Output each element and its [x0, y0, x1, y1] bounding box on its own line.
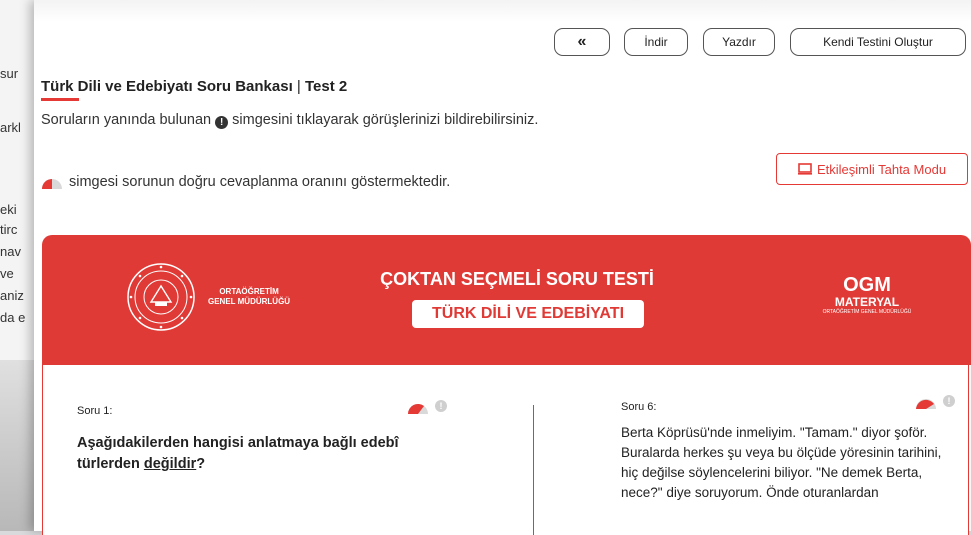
download-button[interactable]: İndir: [624, 28, 688, 56]
info-text-post: simgesini tıklayarak görüşlerinizi bildi…: [232, 112, 539, 128]
success-rate-info: simgesi sorunun doğru cevaplanma oranını…: [41, 174, 450, 190]
title-text: Türk Dili ve Edebiyatı Soru Bankası: [41, 78, 293, 95]
bg-text-fragment: aniz: [0, 288, 24, 303]
ogm-logo-line-2: MATERYAL: [834, 295, 900, 309]
question-1-label: Soru 1:: [77, 405, 113, 417]
question-1-icons: !: [407, 400, 447, 414]
ministry-seal-icon: [127, 263, 195, 331]
bg-text-fragment: nav: [0, 244, 21, 259]
ogm-logo-line-3: ORTAÖĞRETİM GENEL MÜDÜRLÜĞÜ: [822, 309, 912, 315]
ogm-logo-line-1: OGM: [843, 274, 891, 296]
bg-text-fragment: eki: [0, 202, 17, 217]
feedback-info: Soruların yanında bulunan ! simgesini tı…: [41, 110, 561, 130]
bg-text-fragment: ve: [0, 266, 14, 281]
question-1-text: Aşağıdakilerden hangisi anlatmaya bağlı …: [77, 433, 417, 475]
title-separator: |: [296, 78, 301, 95]
org-line-2: GENEL MÜDÜRLÜĞÜ: [208, 297, 291, 306]
test-banner: ORTAÖĞRETİM GENEL MÜDÜRLÜĞÜ ÇOKTAN SEÇME…: [42, 235, 971, 365]
board-button-label: Etkileşimli Tahta Modu: [816, 161, 947, 177]
info-text-rate: simgesi sorunun doğru cevaplanma oranını…: [69, 174, 451, 190]
title-underline: [41, 98, 79, 101]
interactive-board-button[interactable]: Etkileşimli Tahta Modu: [776, 153, 968, 185]
back-button[interactable]: «: [554, 28, 610, 56]
ogm-material-logo: OGM MATERYAL ORTAÖĞRETİM GENEL MÜDÜRLÜĞÜ: [812, 275, 922, 316]
banner-title: ÇOKTAN SEÇMELİ SORU TESTİ: [380, 269, 654, 289]
bg-text-fragment: da e: [0, 310, 26, 325]
top-strip: [34, 0, 971, 22]
question-6-icons: !: [915, 395, 955, 409]
monitor-icon: [797, 163, 812, 175]
org-line-1: ORTAÖĞRETİM: [219, 287, 279, 296]
info-text-pre: Soruların yanında bulunan: [41, 112, 212, 128]
question-1-keyword: değildir: [143, 456, 197, 472]
feedback-icon[interactable]: !: [943, 395, 955, 407]
question-6-text: Berta Köprüsü'nde inmeliyim. "Tamam." di…: [621, 425, 942, 500]
exclamation-icon: !: [215, 116, 229, 129]
test-number: Test 2: [305, 78, 348, 95]
feedback-icon[interactable]: !: [435, 400, 447, 412]
test-page: « İndir Yazdır Kendi Testini Oluştur Tür…: [34, 0, 971, 535]
bg-text-fragment: sur: [0, 66, 19, 81]
question-6-label: Soru 6:: [621, 401, 657, 413]
question-1-text-post: ?: [196, 456, 206, 472]
organization-name: ORTAÖĞRETİM GENEL MÜDÜRLÜĞÜ: [208, 287, 290, 307]
column-divider: [533, 405, 534, 535]
page-title: Türk Dili ve Edebiyatı Soru Bankası | Te…: [41, 78, 347, 95]
bg-text-fragment: tirc: [0, 222, 18, 237]
subject-badge: TÜRK DİLİ VE EDEBİYATI: [412, 300, 644, 328]
create-test-button[interactable]: Kendi Testini Oluştur: [790, 28, 966, 56]
questions-area: Soru 1: ! Aşağıdakilerden hangisi anlatm…: [42, 365, 969, 535]
success-rate-pie-icon: [41, 177, 63, 189]
question-1-text-pre: Aşağıdakilerden hangisi anlatmaya bağlı …: [77, 435, 399, 472]
bg-text-fragment: arkl: [0, 120, 21, 135]
success-rate-pie-icon: [915, 396, 937, 409]
print-button[interactable]: Yazdır: [703, 28, 775, 56]
success-rate-pie-icon: [407, 401, 429, 414]
